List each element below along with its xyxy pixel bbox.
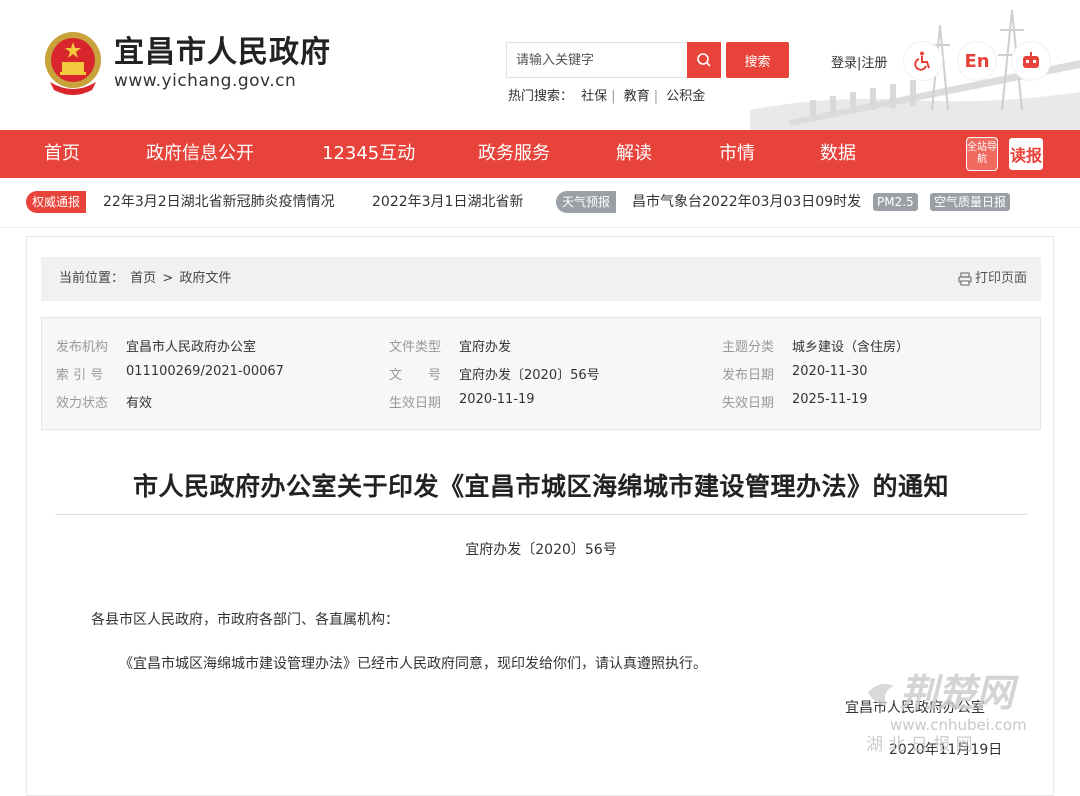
meta-topic: 主题分类 城乡建设（含住房） [722,336,909,355]
ticker-news-link[interactable]: 22年3月2日湖北省新冠肺炎疫情情况 [103,191,335,213]
search-icon [697,53,711,67]
news-ticker: 权威通报 22年3月2日湖北省新冠肺炎疫情情况 2022年3月1日湖北省新 天气… [0,178,1080,228]
nav-services[interactable]: 政务服务 [478,130,550,178]
nav-interpretation[interactable]: 解读 [616,130,652,178]
meta-publisher: 发布机构 宜昌市人民政府办公室 [56,336,256,355]
air-quality-badge[interactable]: 空气质量日报 [930,193,1011,211]
meta-label: 生效日期 [389,396,442,411]
pm25-badge[interactable]: PM2.5 [873,193,918,211]
hot-term-link[interactable]: 教育 [624,89,650,104]
search-button[interactable]: 搜索 [726,42,789,78]
meta-label: 失效日期 [722,396,775,411]
national-emblem-icon [45,32,101,95]
ticker-news-link[interactable]: 2022年3月1日湖北省新 [372,191,523,213]
body-paragraph: 《宜昌市城区海绵城市建设管理办法》已经市人民政府同意，现印发给你们，请认真遵照执… [119,656,707,672]
hot-search: 热门搜索： 社保 | 教育 | 公积金 [506,85,707,104]
hot-search-label: 热门搜索： [508,89,574,104]
hot-separator: | [611,89,616,104]
salutation: 各县市区人民政府，市政府各部门、各直属机构： [91,612,399,628]
meta-value: 宜府办发〔2020〕56号 [459,368,600,383]
site-title: 宜昌市人民政府 [114,35,331,70]
meta-validity: 效力状态 有效 [56,392,152,411]
breadcrumb-home[interactable]: 首页 [130,271,156,286]
meta-label: 效力状态 [56,396,109,411]
meta-expire: 失效日期 2025-11-19 [722,392,868,411]
robot-assistant-button[interactable] [1012,42,1050,80]
meta-label: 文 号 [389,368,442,383]
breadcrumb-current[interactable]: 政府文件 [179,271,231,286]
meta-value: 2025-11-19 [792,392,868,407]
document-number: 宜府办发〔2020〕56号 [465,542,617,558]
nav-city-info[interactable]: 市情 [719,130,755,178]
wheelchair-icon [914,51,930,71]
nav-12345[interactable]: 12345互动 [322,130,415,178]
search-input[interactable] [507,52,687,68]
site-url: www.yichang.gov.cn [114,71,297,91]
meta-label: 发布机构 [56,340,109,355]
search-box [506,42,721,78]
meta-value: 城乡建设（含住房） [792,340,910,355]
meta-type: 文件类型 宜府办发 [389,336,511,355]
meta-docno: 文 号 宜府办发〔2020〕56号 [389,364,600,383]
nav-gov-info[interactable]: 政府信息公开 [146,130,254,178]
meta-label: 主题分类 [722,340,775,355]
meta-value: 2020-11-19 [459,392,535,407]
breadcrumb-separator: > [162,271,174,286]
site-logo[interactable]: 宜昌市人民政府 www.yichang.gov.cn [42,30,331,96]
login-link[interactable]: 登录 [831,56,857,71]
watermark-name: 荆楚网 [900,670,1019,715]
meta-label: 文件类型 [389,340,442,355]
document-metadata: 发布机构 宜昌市人民政府办公室 索 引 号 011100269/2021-000… [41,317,1041,430]
register-link[interactable]: 注册 [861,56,887,71]
title-divider [55,514,1027,515]
meta-index: 索 引 号 011100269/2021-00067 [56,364,284,383]
site-header: 宜昌市人民政府 www.yichang.gov.cn 搜索 热门搜索： 社保| … [0,0,1080,130]
meta-value: 有效 [126,396,153,411]
authority-notice-tag: 权威通报 [26,191,87,213]
main-nav: 首页 政府信息公开 12345互动 政务服务 解读 市情 数据 全站导航 读报 [0,130,1080,178]
nav-home[interactable]: 首页 [44,130,80,178]
hot-term-link[interactable]: 社保 [581,89,607,104]
hot-separator: | [653,89,659,104]
document-title: 市人民政府办公室关于印发《宜昌市城区海绵城市建设管理办法》的通知 [132,472,949,501]
read-newspaper-button[interactable]: 读报 [1008,137,1044,171]
breadcrumb-label: 当前位置： [59,271,125,286]
print-label: 打印页面 [974,271,1027,286]
meta-effective: 生效日期 2020-11-19 [389,392,535,411]
watermark-site: www.cnhubei.com [890,716,1027,734]
meta-value: 宜府办发 [459,340,512,355]
weather-text[interactable]: 昌市气象台2022年03月03日09时发 [632,191,861,213]
cnhubei-watermark: 荆楚网 www.cnhubei.com 湖 北 日 报 网 [866,670,1027,755]
meta-value: 2020-11-30 [792,364,868,379]
hot-term-link[interactable]: 公积金 [666,89,705,104]
meta-label: 索 引 号 [56,368,104,383]
watermark-sub: 湖 北 日 报 网 [866,735,973,755]
nav-data[interactable]: 数据 [820,130,856,178]
printer-icon [958,272,972,286]
print-button[interactable]: 打印页面 [958,257,1027,301]
weather-tag: 天气预报 [556,191,617,213]
meta-value: 宜昌市人民政府办公室 [126,340,257,355]
meta-label: 发布日期 [722,368,775,383]
search-icon-button[interactable] [687,42,721,78]
meta-value: 011100269/2021-00067 [126,364,284,379]
site-guide-button[interactable]: 全站导航 [966,137,998,171]
account-links: 登录|注册 [831,52,887,71]
breadcrumb: 当前位置： 首页 > 政府文件 打印页面 [41,257,1041,301]
robot-icon [1023,52,1039,68]
english-button[interactable]: En [958,42,996,80]
meta-pubdate: 发布日期 2020-11-30 [722,364,868,383]
accessibility-button[interactable] [904,42,942,80]
